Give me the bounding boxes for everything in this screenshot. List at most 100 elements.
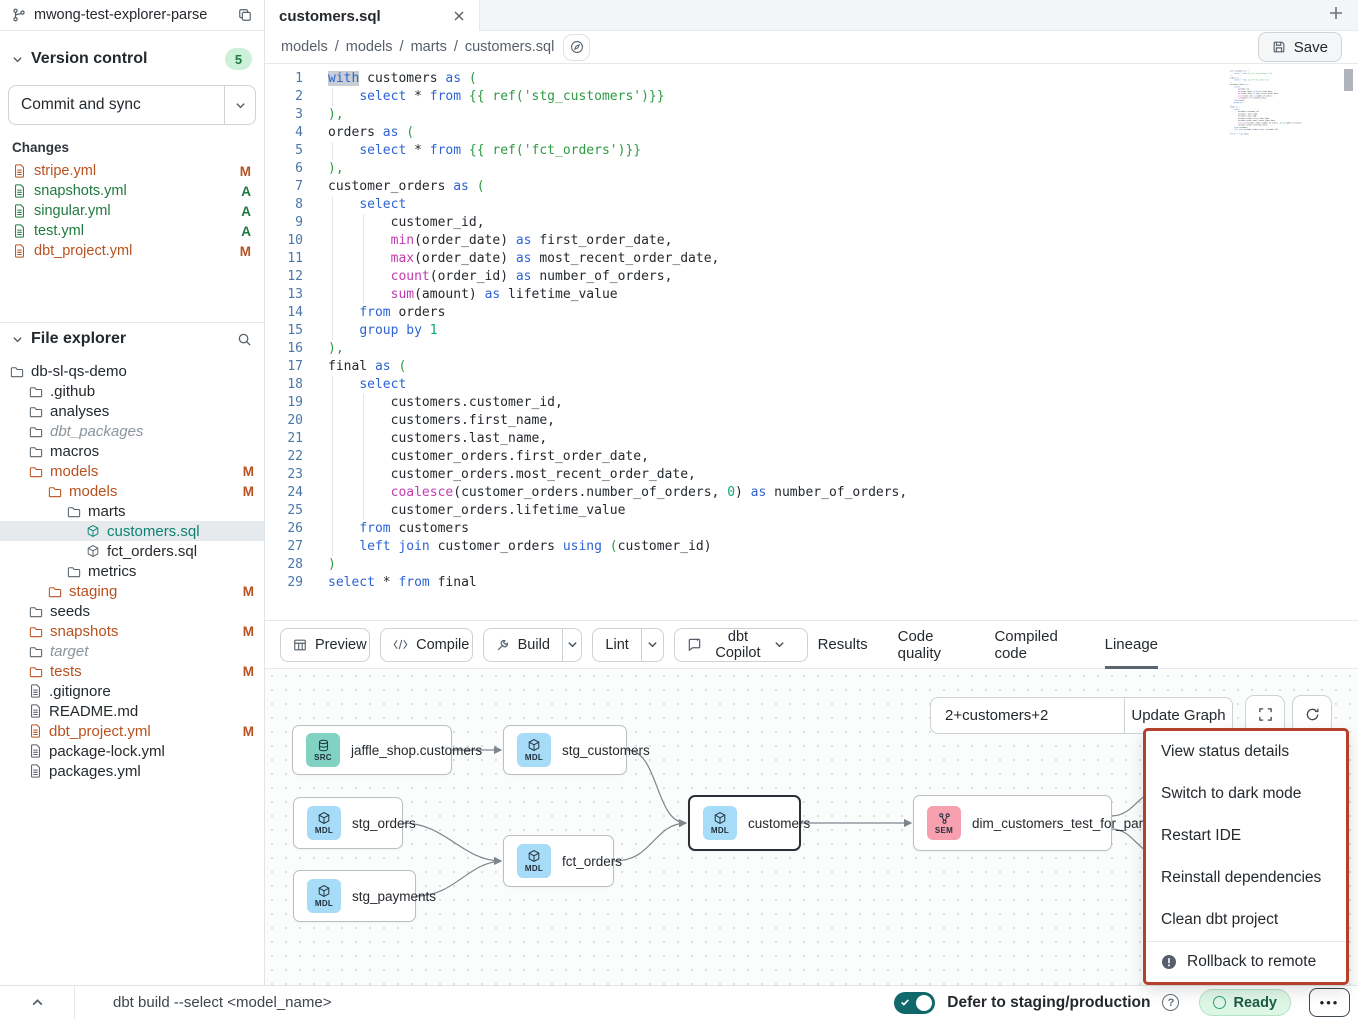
preview-button[interactable]: Preview [280,628,370,662]
close-tab-icon[interactable] [453,10,465,22]
tab-lineage[interactable]: Lineage [1105,620,1158,669]
code-line[interactable]: 23 customer_orders.most_recent_order_dat… [265,466,1358,484]
defer-toggle[interactable] [894,992,935,1014]
lint-button[interactable]: Lint [593,629,640,661]
breadcrumb-item[interactable]: models [346,39,393,55]
menu-item-switch-to-dark-mode[interactable]: Switch to dark mode [1146,773,1346,815]
tab-results[interactable]: Results [818,620,868,669]
menu-item-restart-ide[interactable]: Restart IDE [1146,815,1346,857]
tree-item-package-lock-yml[interactable]: package-lock.yml [0,741,264,761]
code-line[interactable]: 24 coalesce(customer_orders.number_of_or… [265,484,1358,502]
tree-item-seeds[interactable]: seeds [0,601,264,621]
code-line[interactable]: 12 count(order_id) as number_of_orders, [265,268,1358,286]
tab-code-quality[interactable]: Code quality [898,620,965,669]
change-item[interactable]: snapshots.ymlA [0,181,264,201]
lineage-node-stg-customers[interactable]: MDLstg_customers [503,725,627,775]
tree-item-marts[interactable]: marts [0,501,264,521]
tree-item-dbt-project-yml[interactable]: dbt_project.ymlM [0,721,264,741]
code-line[interactable]: 19 customers.customer_id, [265,394,1358,412]
change-item[interactable]: stripe.ymlM [0,161,264,181]
editor-minimap[interactable]: with customers as ( select * from {{ ref… [1230,70,1340,202]
menu-item-rollback-to-remote[interactable]: Rollback to remote [1146,942,1346,982]
code-line[interactable]: 18 select [265,376,1358,394]
more-options-button[interactable]: ••• [1309,988,1350,1017]
lineage-node-stg-payments[interactable]: MDLstg_payments [293,870,416,922]
code-line[interactable]: 17final as ( [265,358,1358,376]
code-line[interactable]: 14 from orders [265,304,1358,322]
code-line[interactable]: 28) [265,556,1358,574]
tree-item-metrics[interactable]: metrics [0,561,264,581]
tree-item-target[interactable]: target [0,641,264,661]
build-button[interactable]: Build [484,629,562,661]
lineage-node-fct-orders[interactable]: MDLfct_orders [503,835,614,887]
tree-item--github[interactable]: .github [0,381,264,401]
code-line[interactable]: 1with customers as ( [265,70,1358,88]
tree-item--gitignore[interactable]: .gitignore [0,681,264,701]
lineage-node-customers[interactable]: MDLcustomers [688,795,801,851]
tree-item-snapshots[interactable]: snapshotsM [0,621,264,641]
compile-button[interactable]: Compile [380,628,473,662]
explore-lineage-chip[interactable] [563,34,590,61]
lineage-node-jaffle-shop-customers[interactable]: SRCjaffle_shop.customers [292,725,452,775]
file-explorer-header[interactable]: File explorer [12,330,252,348]
graph-selector-input[interactable]: 2+customers+2 [931,698,1124,733]
build-options-caret[interactable] [562,629,582,661]
code-line[interactable]: 27 left join customer_orders using (cust… [265,538,1358,556]
breadcrumb-item[interactable]: marts [411,39,447,55]
code-line[interactable]: 3), [265,106,1358,124]
tree-item-dbt-packages[interactable]: dbt_packages [0,421,264,441]
help-icon[interactable]: ? [1162,994,1179,1011]
code-line[interactable]: 10 min(order_date) as first_order_date, [265,232,1358,250]
save-button[interactable]: Save [1258,32,1342,62]
dbt-copilot-button[interactable]: dbt Copilot [674,628,807,662]
code-line[interactable]: 13 sum(amount) as lifetime_value [265,286,1358,304]
tree-item-models[interactable]: modelsM [0,481,264,501]
tab-customers-sql[interactable]: customers.sql [265,0,480,32]
code-line[interactable]: 6), [265,160,1358,178]
code-line[interactable]: 4orders as ( [265,124,1358,142]
commit-and-sync-button[interactable]: Commit and sync [8,85,256,125]
new-tab-button[interactable] [1328,5,1344,21]
code-line[interactable]: 20 customers.first_name, [265,412,1358,430]
code-line[interactable]: 11 max(order_date) as most_recent_order_… [265,250,1358,268]
code-editor[interactable]: 1with customers as (2 select * from {{ r… [265,64,1358,620]
copy-icon[interactable] [238,8,252,22]
tree-item-macros[interactable]: macros [0,441,264,461]
command-input[interactable]: dbt build --select <model_name> [113,994,331,1011]
menu-item-reinstall-dependencies[interactable]: Reinstall dependencies [1146,857,1346,899]
commit-and-sync-label[interactable]: Commit and sync [9,86,224,124]
code-line[interactable]: 29select * from final [265,574,1358,592]
code-line[interactable]: 9 customer_id, [265,214,1358,232]
breadcrumb-item[interactable]: customers.sql [465,39,554,55]
lineage-node-dim-customers-test-for-parse[interactable]: SEMdim_customers_test_for_parse [913,795,1112,851]
tree-item-readme-md[interactable]: README.md [0,701,264,721]
tree-item-packages-yml[interactable]: packages.yml [0,761,264,781]
expand-command-bar-icon[interactable] [0,986,75,1019]
code-line[interactable]: 5 select * from {{ ref('fct_orders')}} [265,142,1358,160]
commit-options-caret[interactable] [224,86,255,124]
tree-item-staging[interactable]: stagingM [0,581,264,601]
menu-item-view-status-details[interactable]: View status details [1146,731,1346,773]
code-line[interactable]: 22 customer_orders.first_order_date, [265,448,1358,466]
tree-item-db-sl-qs-demo[interactable]: db-sl-qs-demo [0,361,264,381]
tab-compiled-code[interactable]: Compiled code [994,620,1074,669]
code-line[interactable]: 21 customers.last_name, [265,430,1358,448]
search-icon[interactable] [237,332,252,347]
code-line[interactable]: 8 select [265,196,1358,214]
editor-scrollbar-thumb[interactable] [1344,69,1353,91]
change-item[interactable]: test.ymlA [0,221,264,241]
code-line[interactable]: 2 select * from {{ ref('stg_customers')}… [265,88,1358,106]
tree-item-customers-sql[interactable]: customers.sql [0,521,264,541]
lint-options-caret[interactable] [641,629,664,661]
change-item[interactable]: singular.ymlA [0,201,264,221]
code-line[interactable]: 7customer_orders as ( [265,178,1358,196]
tree-item-analyses[interactable]: analyses [0,401,264,421]
breadcrumb-item[interactable]: models [281,39,328,55]
tree-item-models[interactable]: modelsM [0,461,264,481]
code-line[interactable]: 25 customer_orders.lifetime_value [265,502,1358,520]
change-item[interactable]: dbt_project.ymlM [0,241,264,261]
menu-item-clean-dbt-project[interactable]: Clean dbt project [1146,899,1346,941]
lineage-node-stg-orders[interactable]: MDLstg_orders [293,797,403,849]
code-line[interactable]: 26 from customers [265,520,1358,538]
tree-item-tests[interactable]: testsM [0,661,264,681]
